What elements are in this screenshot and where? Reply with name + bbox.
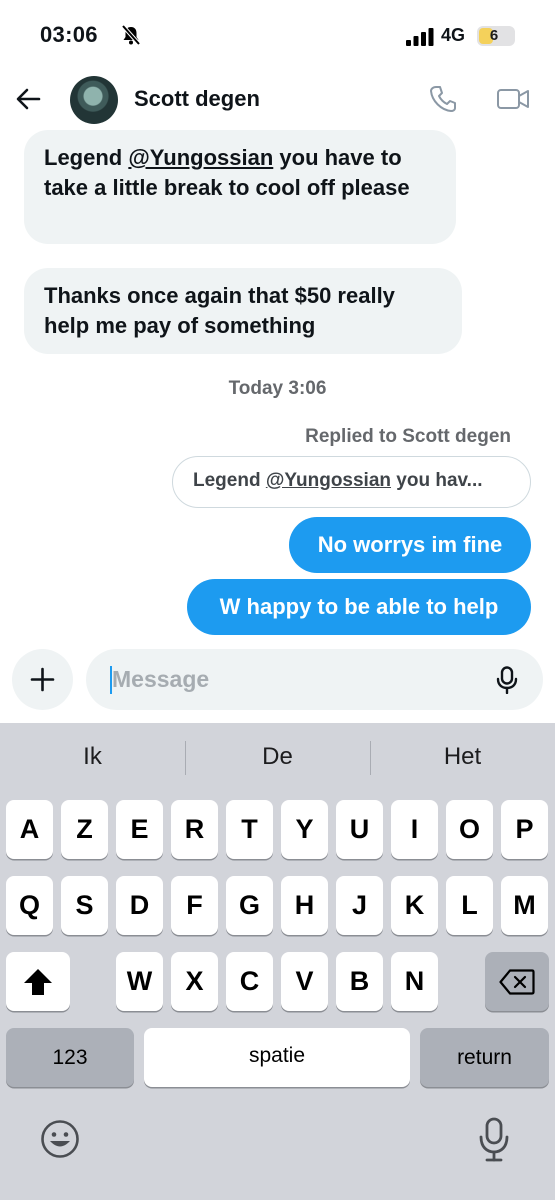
- key[interactable]: Z: [61, 800, 108, 859]
- bell-slash-icon: [121, 24, 141, 46]
- key[interactable]: J: [336, 876, 383, 935]
- phone-icon[interactable]: [428, 84, 458, 114]
- key[interactable]: S: [61, 876, 108, 935]
- outgoing-message[interactable]: W happy to be able to help: [187, 579, 531, 635]
- key[interactable]: W: [116, 952, 163, 1011]
- key[interactable]: D: [116, 876, 163, 935]
- key[interactable]: C: [226, 952, 273, 1011]
- plus-icon: [30, 667, 55, 692]
- return-key[interactable]: return: [420, 1028, 549, 1087]
- space-key[interactable]: spatie: [144, 1028, 410, 1087]
- incoming-message[interactable]: Legend @Yungossian you have to take a li…: [24, 130, 456, 244]
- dictation-microphone-icon[interactable]: [478, 1117, 510, 1163]
- key[interactable]: A: [6, 800, 53, 859]
- back-arrow-icon[interactable]: [14, 84, 44, 114]
- key[interactable]: M: [501, 876, 548, 935]
- backspace-icon: [499, 969, 535, 995]
- key[interactable]: G: [226, 876, 273, 935]
- incoming-message[interactable]: Thanks once again that $50 really help m…: [24, 268, 462, 354]
- quote-text: Legend: [193, 470, 266, 491]
- message-composer[interactable]: [86, 649, 543, 710]
- message-timestamp: Today 3:06: [228, 378, 327, 399]
- key[interactable]: N: [391, 952, 438, 1011]
- key[interactable]: O: [446, 800, 493, 859]
- video-camera-icon[interactable]: [496, 84, 530, 114]
- quote-mention: @Yungossian: [265, 470, 392, 491]
- mention-link[interactable]: @Yungossian: [128, 145, 273, 170]
- message-input[interactable]: [112, 649, 472, 710]
- key[interactable]: L: [446, 876, 493, 935]
- avatar[interactable]: [70, 76, 118, 124]
- key[interactable]: H: [281, 876, 328, 935]
- microphone-icon[interactable]: [494, 666, 520, 694]
- key[interactable]: Q: [6, 876, 53, 935]
- status-bar: 03:06 4G 6: [0, 0, 555, 72]
- backspace-key[interactable]: [485, 952, 549, 1011]
- key[interactable]: I: [391, 800, 438, 859]
- key[interactable]: X: [171, 952, 218, 1011]
- keyboard: Ik De Het A Z E R T Y U I O P Q S D F G …: [0, 723, 555, 1200]
- suggestion-bar: Ik De Het: [0, 723, 555, 795]
- conversation-header: Scott degen: [0, 72, 555, 128]
- suggestion-item[interactable]: Ik: [0, 743, 185, 771]
- suggestion-item[interactable]: De: [185, 743, 370, 771]
- message-text: Legend: [44, 145, 129, 170]
- battery-icon: 6: [477, 26, 515, 46]
- status-time: 03:06: [40, 22, 98, 47]
- key[interactable]: U: [336, 800, 383, 859]
- key[interactable]: R: [171, 800, 218, 859]
- key[interactable]: F: [171, 876, 218, 935]
- key[interactable]: K: [391, 876, 438, 935]
- key[interactable]: T: [226, 800, 273, 859]
- numbers-key[interactable]: 123: [6, 1028, 134, 1087]
- signal-icon: [406, 28, 434, 46]
- shift-key[interactable]: [6, 952, 70, 1011]
- add-attachment-button[interactable]: [12, 649, 73, 710]
- shift-arrow-icon: [24, 969, 52, 995]
- outgoing-message[interactable]: No worrys im fine: [289, 517, 531, 573]
- reply-label: Replied to Scott degen: [305, 426, 511, 447]
- message-text: Thanks once again that $50 really help m…: [44, 283, 395, 338]
- key[interactable]: P: [501, 800, 548, 859]
- key[interactable]: E: [116, 800, 163, 859]
- emoji-icon[interactable]: [40, 1119, 80, 1159]
- battery-level: 6: [489, 27, 499, 44]
- suggestion-item[interactable]: Het: [370, 743, 555, 771]
- quote-text: you hav...: [391, 470, 483, 491]
- key[interactable]: B: [336, 952, 383, 1011]
- contact-name[interactable]: Scott degen: [134, 86, 260, 112]
- key[interactable]: V: [281, 952, 328, 1011]
- reply-quote[interactable]: Legend @Yungossian you hav...: [172, 456, 531, 508]
- network-type: 4G: [441, 25, 466, 45]
- key[interactable]: Y: [281, 800, 328, 859]
